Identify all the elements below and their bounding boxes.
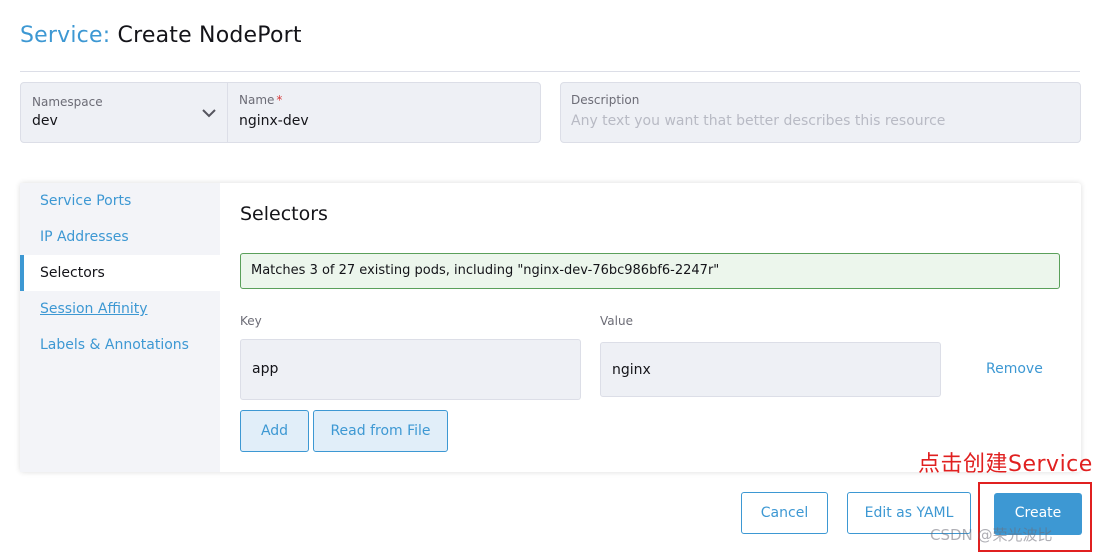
key-column-label: Key [240,314,262,328]
tab-service-ports[interactable]: Service Ports [20,183,220,219]
tab-labels-annotations[interactable]: Labels & Annotations [20,327,220,363]
tab-selectors[interactable]: Selectors [20,255,220,291]
namespace-select[interactable]: Namespace dev [20,82,228,143]
name-field[interactable]: Name * nginx-dev [227,82,541,143]
description-input[interactable]: Any text you want that better describes … [571,113,945,129]
tab-sidebar: Service Ports IP Addresses Selectors Ses… [20,183,220,472]
namespace-value: dev [32,113,58,129]
namespace-label: Namespace [32,95,103,109]
chevron-down-icon[interactable] [201,105,217,121]
required-mark: * [276,93,283,107]
name-input[interactable]: nginx-dev [239,113,309,129]
remove-selector-button[interactable]: Remove [986,361,1043,377]
header-divider [20,71,1080,72]
tab-ip-addresses[interactable]: IP Addresses [20,219,220,255]
name-label: Name * [239,93,283,107]
description-label: Description [571,93,640,107]
cancel-button[interactable]: Cancel [741,492,828,534]
annotation-text: 点击创建Service [918,452,1093,477]
description-field[interactable]: Description Any text you want that bette… [560,82,1081,143]
watermark: CSDN @荣光波比 [930,526,1053,544]
selector-value-input[interactable]: nginx [600,342,941,397]
selector-key-input[interactable]: app [240,339,581,400]
breadcrumb-service[interactable]: Service [20,23,103,48]
add-selector-button[interactable]: Add [240,410,309,452]
selectors-heading: Selectors [240,203,328,225]
tab-session-affinity[interactable]: Session Affinity [20,291,220,327]
value-column-label: Value [600,314,633,328]
read-from-file-button[interactable]: Read from File [313,410,448,452]
tabs-panel: Service Ports IP Addresses Selectors Ses… [20,183,1081,472]
page-title-text: Create NodePort [117,23,302,48]
page-title: Service: Create NodePort [20,20,302,52]
match-status-banner: Matches 3 of 27 existing pods, including… [240,253,1060,289]
title-separator: : [102,23,111,48]
